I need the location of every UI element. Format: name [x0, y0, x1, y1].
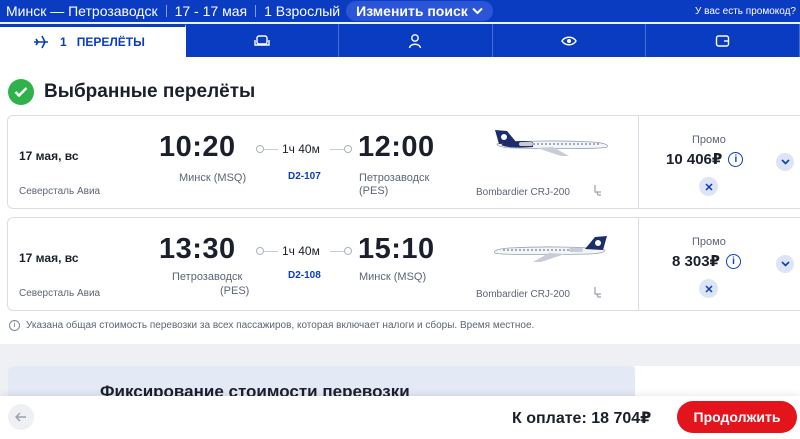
close-icon — [704, 284, 713, 293]
expand-details-button[interactable] — [776, 153, 794, 171]
flight-price: 10 406₽ i — [666, 150, 744, 168]
aircraft-type: Bombardier CRJ-200 — [476, 289, 570, 300]
aircraft-image — [495, 130, 608, 156]
flight-date: 17 мая, вс — [19, 251, 79, 265]
arrival-code: (PES) — [359, 185, 389, 197]
fare-name: Промо — [692, 236, 726, 248]
info-icon[interactable]: i — [725, 253, 741, 269]
person-icon — [409, 33, 422, 48]
flight-date: 17 мая, вс — [19, 149, 79, 163]
chevron-down-icon — [780, 261, 790, 267]
check-circle-icon — [8, 79, 34, 105]
booking-steps: 1 ПЕРЕЛЁТЫ — [0, 24, 800, 57]
flight-card-outbound: 17 мая, вс Северсталь Авиа 10:20 Минск (… — [7, 115, 800, 209]
remove-flight-button[interactable] — [699, 177, 718, 196]
flight-duration: 1ч 40м — [282, 244, 320, 258]
tab-payment[interactable] — [646, 24, 800, 57]
plane-icon — [34, 35, 48, 49]
route-line — [264, 251, 278, 252]
remove-flight-button[interactable] — [699, 279, 718, 298]
page-title: Выбранные перелёты — [44, 81, 256, 102]
arrival-city: Петрозаводск — [359, 172, 430, 184]
eye-icon — [561, 36, 577, 45]
divider — [165, 5, 167, 17]
tab-review[interactable] — [493, 24, 647, 57]
route-label: Минск — Петрозаводск — [6, 3, 158, 19]
chevron-down-icon — [780, 159, 790, 165]
price-disclaimer: i Указана общая стоимость перевозки за в… — [9, 320, 534, 331]
route-line — [330, 149, 344, 150]
flight-duration: 1ч 40м — [282, 142, 320, 156]
divider — [255, 5, 257, 17]
arrival-time: 15:10 — [358, 233, 435, 265]
passengers-label: 1 Взрослый — [264, 3, 341, 19]
tab-passengers[interactable] — [339, 24, 493, 57]
checkout-bar: К оплате: 18 704₽ Продолжить — [0, 396, 800, 439]
price-value: 8 303₽ — [672, 253, 720, 270]
seat-map-icon[interactable] — [593, 286, 603, 298]
change-search-label: Изменить поиск — [356, 3, 468, 19]
change-search-button[interactable]: Изменить поиск — [346, 1, 493, 21]
aircraft-type: Bombardier CRJ-200 — [476, 187, 570, 198]
close-icon — [704, 182, 713, 191]
aircraft-image — [494, 236, 607, 262]
total-amount: К оплате: 18 704₽ — [512, 410, 652, 427]
tab-seats[interactable] — [186, 24, 340, 57]
chevron-down-icon — [472, 7, 483, 15]
step-number: 1 — [60, 35, 67, 49]
section-header: Выбранные перелёты — [8, 79, 255, 105]
price-value: 10 406₽ — [666, 151, 723, 168]
flight-price: 8 303₽ i — [672, 252, 741, 270]
route-line — [330, 251, 344, 252]
route-start-dot — [256, 247, 264, 255]
departure-city: Минск (MSQ) — [179, 172, 247, 184]
flight-card-return: 17 мая, вс Северсталь Авиа 13:30 Петроза… — [7, 217, 800, 311]
route-line — [264, 149, 278, 150]
airline-name: Северсталь Авиа — [19, 288, 101, 299]
back-button[interactable] — [8, 404, 34, 430]
seat-icon — [254, 34, 270, 46]
seat-map-icon[interactable] — [593, 184, 603, 196]
selected-flights-panel: Выбранные перелёты 17 мая, вс Северсталь… — [0, 57, 800, 344]
route-start-dot — [256, 145, 264, 153]
flight-number[interactable]: D2-108 — [288, 270, 321, 281]
arrival-city: Минск (MSQ) — [359, 271, 427, 283]
departure-code: (PES) — [220, 285, 250, 297]
promo-code-link[interactable]: У вас есть промокод? — [695, 6, 796, 17]
route-end-dot — [344, 247, 352, 255]
expand-details-button[interactable] — [776, 255, 794, 273]
arrival-time: 12:00 — [358, 131, 435, 163]
info-icon[interactable]: i — [728, 151, 744, 167]
departure-time: 10:20 — [159, 131, 236, 163]
route-end-dot — [344, 145, 352, 153]
departure-city: Петрозаводск — [172, 271, 243, 283]
search-summary-bar: Минск — Петрозаводск 17 - 17 мая 1 Взрос… — [0, 0, 800, 22]
flight-number[interactable]: D2-107 — [288, 171, 321, 182]
tab-flights[interactable]: 1 ПЕРЕЛЁТЫ — [0, 24, 186, 57]
info-icon: i — [9, 320, 20, 331]
airline-name: Северсталь Авиа — [19, 186, 101, 197]
arrow-left-icon — [15, 412, 26, 422]
dates-label: 17 - 17 мая — [174, 3, 248, 19]
fare-name: Промо — [692, 134, 726, 146]
divider — [638, 116, 639, 208]
continue-button[interactable]: Продолжить — [677, 401, 797, 433]
wallet-icon — [715, 34, 730, 47]
disclaimer-text: Указана общая стоимость перевозки за все… — [26, 320, 535, 331]
departure-time: 13:30 — [159, 233, 236, 265]
divider — [638, 218, 639, 310]
step-label: ПЕРЕЛЁТЫ — [76, 35, 145, 49]
